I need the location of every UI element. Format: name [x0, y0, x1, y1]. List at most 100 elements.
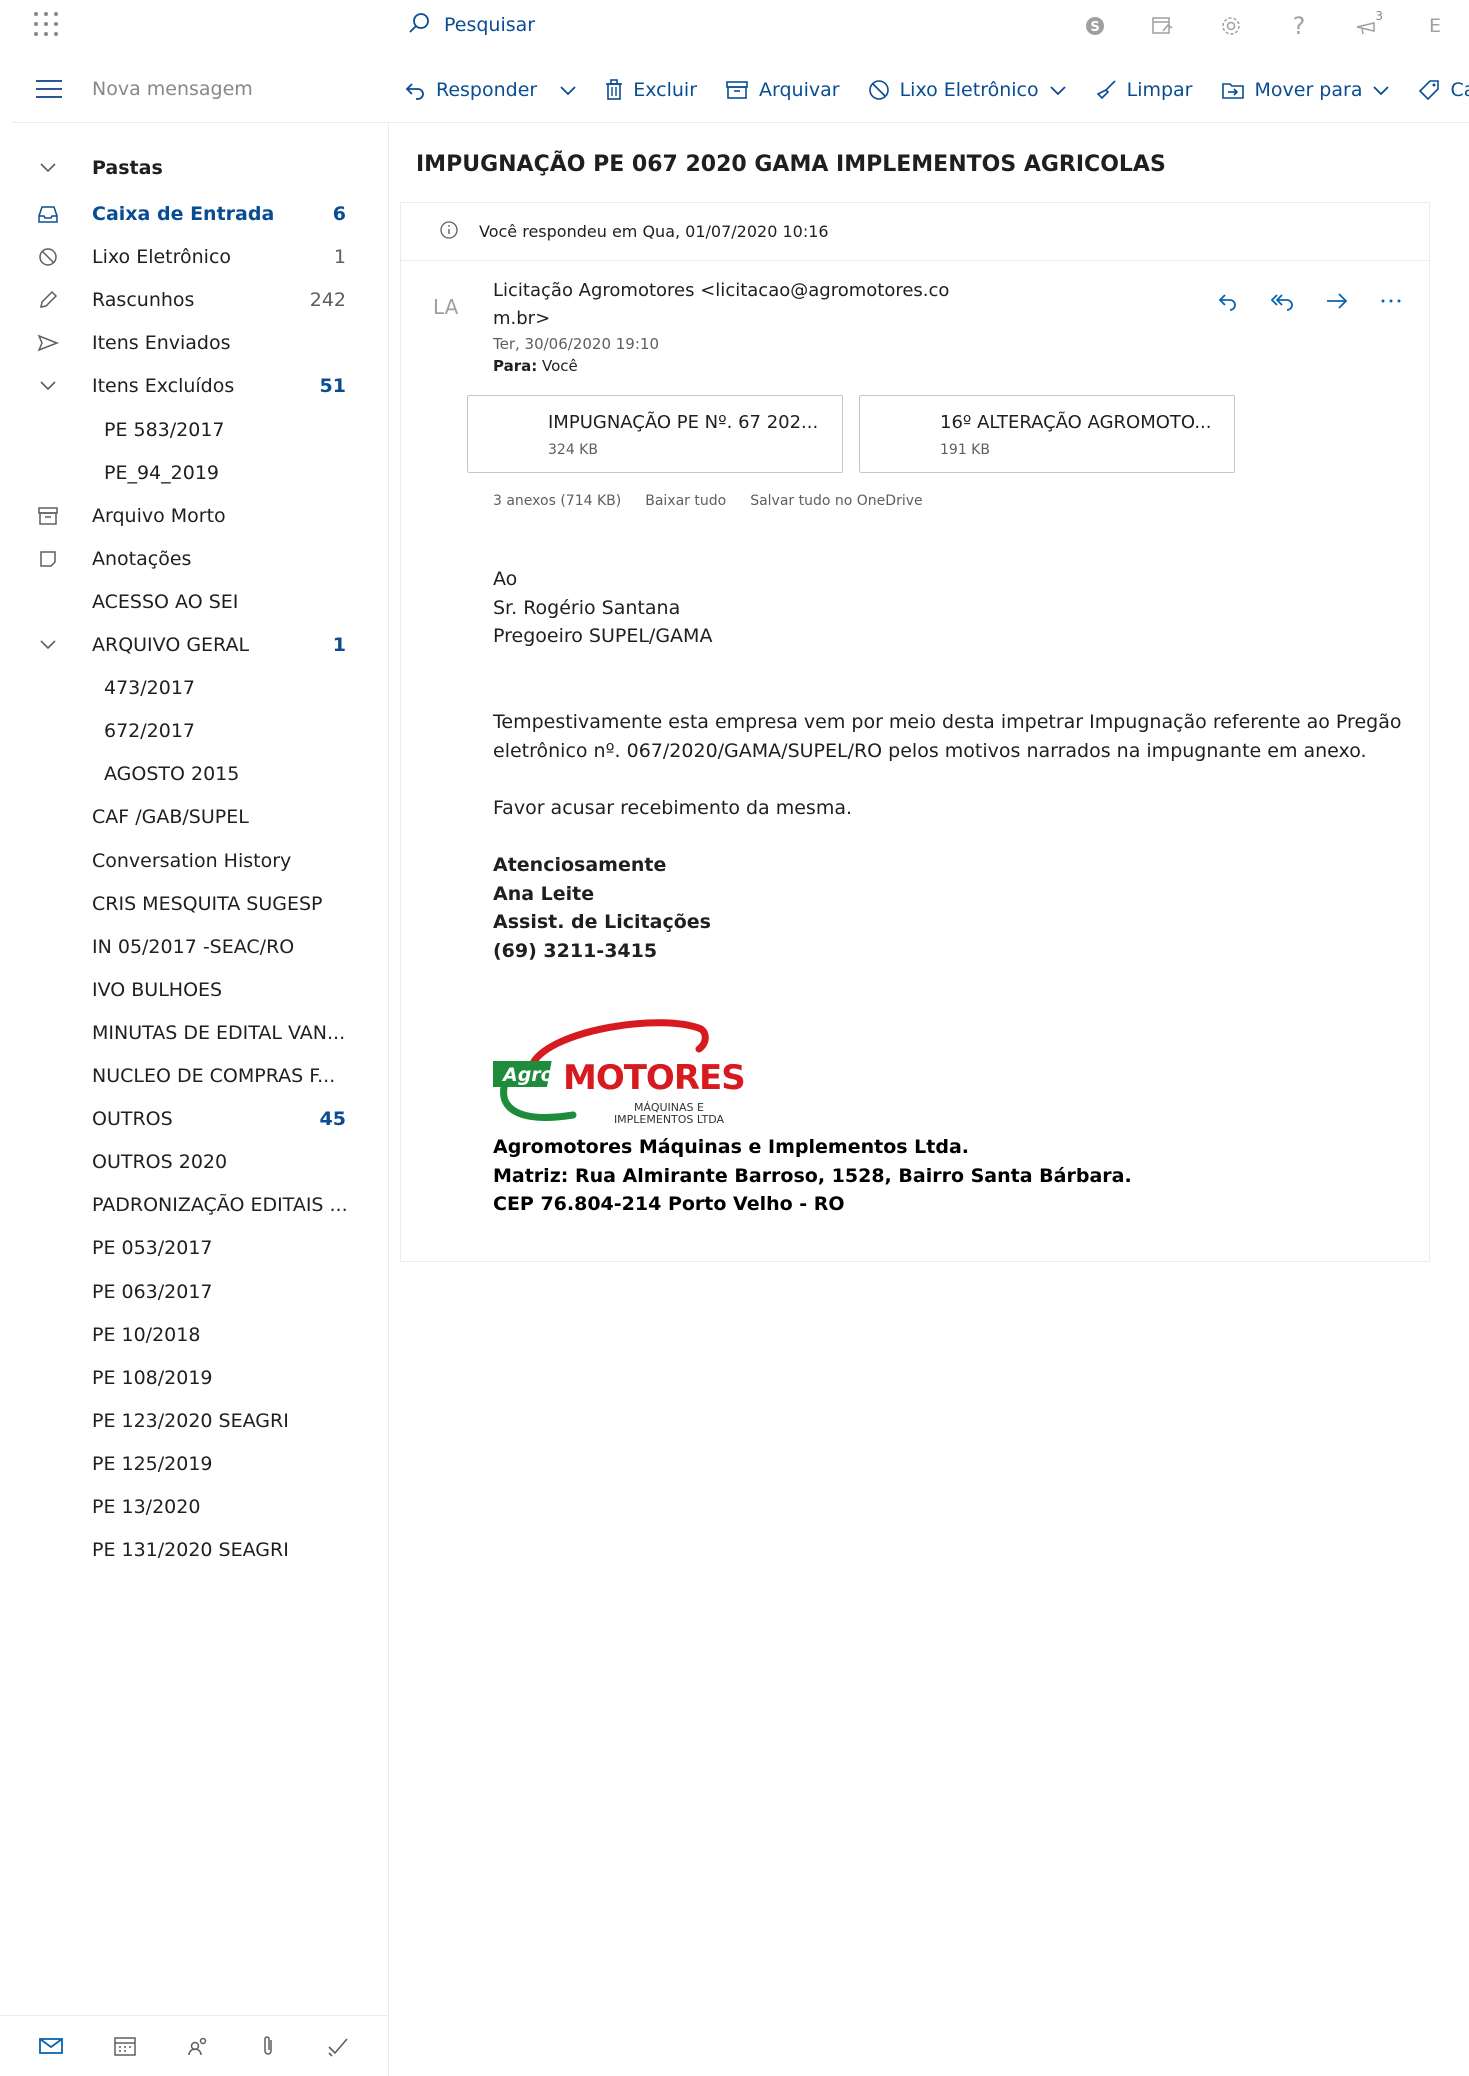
download-all-link[interactable]: Baixar tudo	[645, 493, 726, 509]
folder-item[interactable]: Itens Enviados	[0, 320, 388, 366]
svg-text:S: S	[1090, 20, 1099, 35]
skype-icon[interactable]: S	[1061, 15, 1129, 37]
folder-item[interactable]: CAF /GAB/SUPEL	[0, 794, 388, 840]
folder-item[interactable]: 473/2017	[0, 665, 388, 711]
folder-item[interactable]: IN 05/2017 -SEAC/RO	[0, 924, 388, 970]
top-right-icons: S ? 3 E	[1061, 8, 1469, 44]
forward-icon[interactable]	[1325, 291, 1349, 311]
greeting-line: Sr. Rogério Santana	[493, 596, 681, 619]
folder-item[interactable]: PE 131/2020 SEAGRI	[0, 1527, 388, 1573]
gear-icon[interactable]	[1197, 15, 1265, 37]
folder-label: NUCLEO DE COMPRAS F...	[92, 1065, 336, 1087]
folder-item[interactable]: NUCLEO DE COMPRAS F...	[0, 1053, 388, 1099]
folder-item[interactable]: Anotações	[0, 536, 388, 582]
company-line: Agromotores Máquinas e Implementos Ltda.	[493, 1136, 970, 1158]
sender-avatar[interactable]: LA	[433, 295, 471, 319]
folder-item[interactable]: ACESSO AO SEI	[0, 579, 388, 625]
chevron-down-icon[interactable]	[36, 156, 60, 180]
sweep-button[interactable]: Limpar	[1095, 79, 1193, 101]
folder-item[interactable]: PE 108/2019	[0, 1355, 388, 1401]
message-subject: IMPUGNAÇÃO PE 067 2020 GAMA IMPLEMENTOS …	[416, 152, 1166, 177]
reply-icon[interactable]	[1217, 291, 1239, 311]
folder-item[interactable]: 672/2017	[0, 708, 388, 754]
help-icon[interactable]: ?	[1265, 12, 1333, 40]
folder-item[interactable]: MINUTAS DE EDITAL VAN...	[0, 1010, 388, 1056]
greeting-line: Pregoeiro SUPEL/GAMA	[493, 625, 713, 648]
folder-item[interactable]: PE 13/2020	[0, 1484, 388, 1530]
archive-button[interactable]: Arquivar	[725, 79, 840, 101]
folder-label: 473/2017	[104, 677, 196, 699]
reply-button[interactable]: Responder	[404, 79, 537, 101]
hamburger-menu-icon[interactable]	[36, 80, 62, 104]
search-box[interactable]: Pesquisar	[408, 10, 535, 40]
delete-button[interactable]: Excluir	[605, 79, 697, 101]
mail-icon[interactable]	[38, 2036, 64, 2056]
reply-all-icon[interactable]	[1269, 291, 1295, 311]
app-launcher-icon[interactable]	[34, 12, 60, 38]
folder-label: PE 10/2018	[92, 1324, 201, 1346]
attachment-card[interactable]: 16º ALTERAÇÃO AGROMOTO... 191 KB	[859, 395, 1235, 473]
attachment-card[interactable]: IMPUGNAÇÃO PE Nº. 67 202... 324 KB	[467, 395, 843, 473]
sender-name[interactable]: Licitação Agromotores <licitacao@agromot…	[493, 277, 953, 333]
folder-item[interactable]: Arquivo Morto	[0, 493, 388, 539]
attachment-size: 191 KB	[940, 442, 990, 458]
folder-label: Anotações	[92, 548, 192, 570]
folder-label: PE 13/2020	[92, 1496, 201, 1518]
folder-item[interactable]: CRIS MESQUITA SUGESP	[0, 881, 388, 927]
folder-item[interactable]: Caixa de Entrada 6	[0, 191, 388, 237]
reply-icon	[405, 83, 424, 100]
attachment-icon[interactable]	[259, 2034, 277, 2058]
folder-label: OUTROS	[92, 1108, 173, 1130]
folder-label: Conversation History	[92, 850, 292, 872]
megaphone-icon[interactable]: 3	[1333, 9, 1401, 37]
folder-item[interactable]: PE 583/2017	[0, 407, 388, 453]
reply-dropdown[interactable]	[559, 84, 577, 96]
folder-item[interactable]: Lixo Eletrônico 1	[0, 234, 388, 280]
company-info: Agromotores Máquinas e Implementos Ltda.…	[493, 1133, 1132, 1219]
folder-item[interactable]: Conversation History	[0, 838, 388, 884]
sent-date: Ter, 30/06/2020 19:10	[493, 335, 659, 353]
folder-item[interactable]: PE_94_2019	[0, 450, 388, 496]
folder-label: OUTROS 2020	[92, 1151, 228, 1173]
folder-item[interactable]: PE 063/2017	[0, 1269, 388, 1315]
folder-item[interactable]: PADRONIZAÇÃO EDITAIS ...	[0, 1182, 388, 1228]
save-onedrive-link[interactable]: Salvar tudo no OneDrive	[750, 493, 922, 509]
move-to-button[interactable]: Mover para	[1221, 79, 1391, 101]
agromotores-logo: Agro MOTORES MÁQUINAS E IMPLEMENTOS LTDA	[485, 1019, 757, 1129]
junk-icon	[36, 245, 60, 269]
new-message-button[interactable]: Nova mensagem	[92, 78, 253, 100]
more-actions-icon[interactable]	[1379, 291, 1403, 311]
logo-motores-text: MOTORES	[563, 1058, 745, 1098]
folder-label: PE 125/2019	[92, 1453, 213, 1475]
junk-button[interactable]: Lixo Eletrônico	[868, 79, 1067, 101]
calendar-check-icon[interactable]	[1129, 15, 1197, 37]
folder-label: CAF /GAB/SUPEL	[92, 806, 249, 828]
folder-item[interactable]: PE 125/2019	[0, 1441, 388, 1487]
todo-icon[interactable]	[326, 2035, 350, 2057]
folder-item[interactable]: Rascunhos 242	[0, 277, 388, 323]
folder-item[interactable]: PE 10/2018	[0, 1312, 388, 1358]
user-avatar[interactable]: E	[1401, 15, 1469, 37]
folder-item[interactable]: IVO BULHOES	[0, 967, 388, 1013]
attachment-name: 16º ALTERAÇÃO AGROMOTO...	[940, 412, 1212, 433]
chevron-down-icon[interactable]	[36, 633, 60, 657]
folder-item[interactable]: ARQUIVO GERAL 1	[0, 622, 388, 668]
folder-item[interactable]: OUTROS 45	[0, 1096, 388, 1142]
search-label[interactable]: Pesquisar	[444, 14, 535, 36]
to-value[interactable]: Você	[542, 357, 578, 375]
folder-item[interactable]: PE 123/2020 SEAGRI	[0, 1398, 388, 1444]
message-actions	[1217, 291, 1403, 311]
folder-item[interactable]: Itens Excluídos 51	[0, 363, 388, 409]
folder-item[interactable]: PE 053/2017	[0, 1225, 388, 1271]
calendar-icon[interactable]	[113, 2035, 137, 2057]
folder-item[interactable]: AGOSTO 2015	[0, 751, 388, 797]
folder-label: ARQUIVO GERAL	[92, 634, 250, 656]
folders-header[interactable]: Pastas	[0, 145, 388, 191]
people-icon[interactable]	[186, 2035, 210, 2057]
replied-info-text: Você respondeu em Qua, 01/07/2020 10:16	[479, 222, 829, 241]
archive-icon	[726, 81, 748, 99]
folder-item[interactable]: OUTROS 2020	[0, 1139, 388, 1185]
chevron-down-icon[interactable]	[36, 374, 60, 398]
move-folder-icon	[1221, 83, 1244, 99]
categorize-button[interactable]: Ca	[1418, 79, 1469, 101]
